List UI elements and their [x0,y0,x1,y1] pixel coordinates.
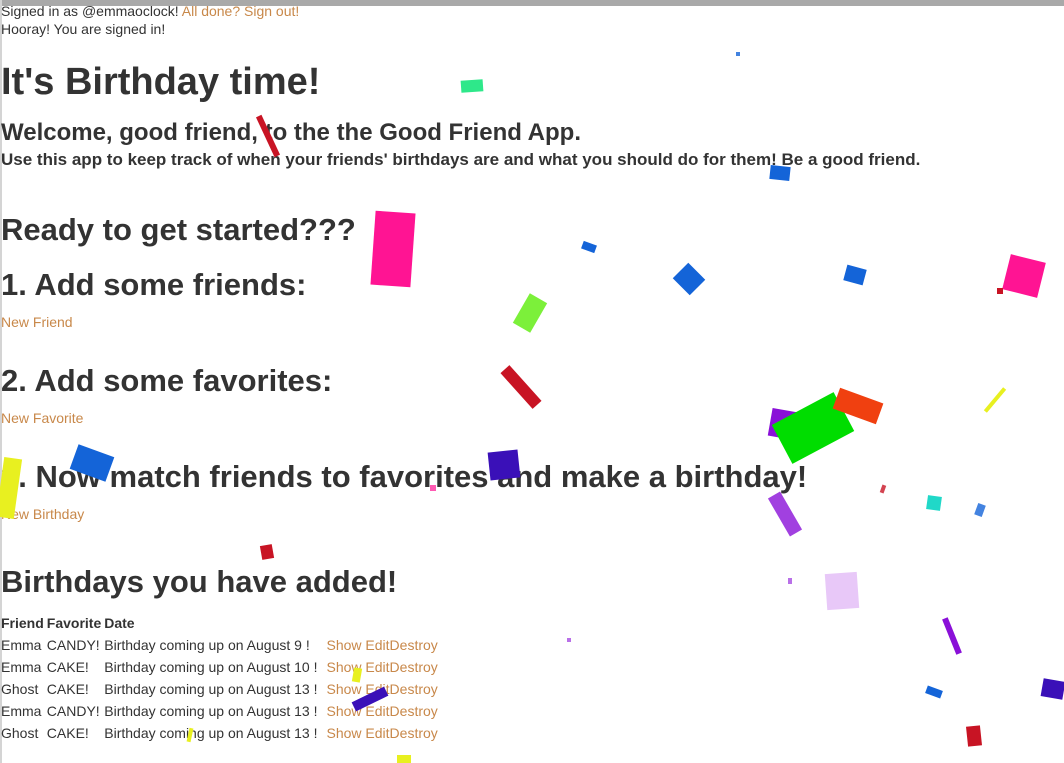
intro-text: Use this app to keep track of when your … [1,150,921,169]
birthdays-heading: Birthdays you have added! [1,564,398,599]
new-friend-link[interactable]: New Friend [1,313,1001,331]
date-cell: Birthday coming up on August 10 ! [104,659,318,675]
friend-cell: Ghost [1,725,39,741]
confetti-piece [397,755,411,763]
favorite-cell: CANDY! [46,637,100,653]
sign-out-link[interactable]: All done? Sign out! [182,3,300,19]
actions-cell: Show EditDestroy [321,700,441,722]
destroy-link[interactable]: Destroy [390,659,438,675]
step3-heading: 3. Now match friends to favorites and ma… [1,459,808,494]
edit-link[interactable]: Edit [365,659,389,675]
session-bar: Signed in as @emmaoclock! All done? Sign… [1,2,1001,20]
edit-link[interactable]: Edit [365,637,389,653]
confetti-piece [1040,678,1064,700]
table-header-row: Friend Favorite Date [1,612,441,634]
table-row: Emma CAKE! Birthday coming up on August … [1,656,441,678]
edit-link[interactable]: Edit [365,681,389,697]
show-link[interactable]: Show [327,637,362,653]
flash-notice: Hooray! You are signed in! [1,21,166,37]
favorite-cell: CANDY! [46,703,100,719]
friend-cell: Ghost [1,681,39,697]
friend-cell: Emma [1,659,42,675]
destroy-link[interactable]: Destroy [390,703,438,719]
edit-link[interactable]: Edit [365,725,389,741]
step1-heading: 1. Add some friends: [1,267,307,302]
column-header-friend: Friend [1,615,44,631]
actions-cell: Show EditDestroy [321,678,441,700]
column-header-favorite: Favorite [46,615,102,631]
actions-cell: Show EditDestroy [321,634,441,656]
column-header-actions [321,612,441,634]
welcome-heading: Welcome, good friend, to the the Good Fr… [1,119,581,146]
destroy-link[interactable]: Destroy [390,681,438,697]
date-cell: Birthday coming up on August 9 ! [104,637,310,653]
destroy-link[interactable]: Destroy [390,637,438,653]
show-link[interactable]: Show [327,703,362,719]
confetti-piece [1002,254,1046,298]
date-cell: Birthday coming up on August 13 ! [104,703,318,719]
friend-cell: Emma [1,703,42,719]
show-link[interactable]: Show [327,659,362,675]
favorite-cell: CAKE! [46,725,89,741]
table-row: Emma CANDY! Birthday coming up on August… [1,700,441,722]
ready-heading: Ready to get started??? [1,212,356,247]
new-favorite-link[interactable]: New Favorite [1,409,1001,427]
date-cell: Birthday coming up on August 13 ! [104,681,318,697]
show-link[interactable]: Show [327,725,362,741]
table-row: Emma CANDY! Birthday coming up on August… [1,634,441,656]
edit-link[interactable]: Edit [365,703,389,719]
friend-cell: Emma [1,637,42,653]
birthdays-table: Friend Favorite Date Emma CANDY! Birthda… [1,612,441,744]
favorite-cell: CAKE! [46,681,89,697]
favorite-cell: CAKE! [46,659,89,675]
destroy-link[interactable]: Destroy [390,725,438,741]
date-cell: Birthday coming up on August 13 ! [104,725,318,741]
actions-cell: Show EditDestroy [321,722,441,744]
page-title: It's Birthday time! [1,61,321,103]
column-header-date: Date [104,615,135,631]
actions-cell: Show EditDestroy [321,656,441,678]
table-row: Ghost CAKE! Birthday coming up on August… [1,722,441,744]
signed-in-text: Signed in as @emmaoclock! [1,3,179,19]
page-content: Signed in as @emmaoclock! All done? Sign… [1,2,1001,744]
new-birthday-link[interactable]: New Birthday [1,505,1001,523]
show-link[interactable]: Show [327,681,362,697]
step2-heading: 2. Add some favorites: [1,363,333,398]
table-row: Ghost CAKE! Birthday coming up on August… [1,678,441,700]
